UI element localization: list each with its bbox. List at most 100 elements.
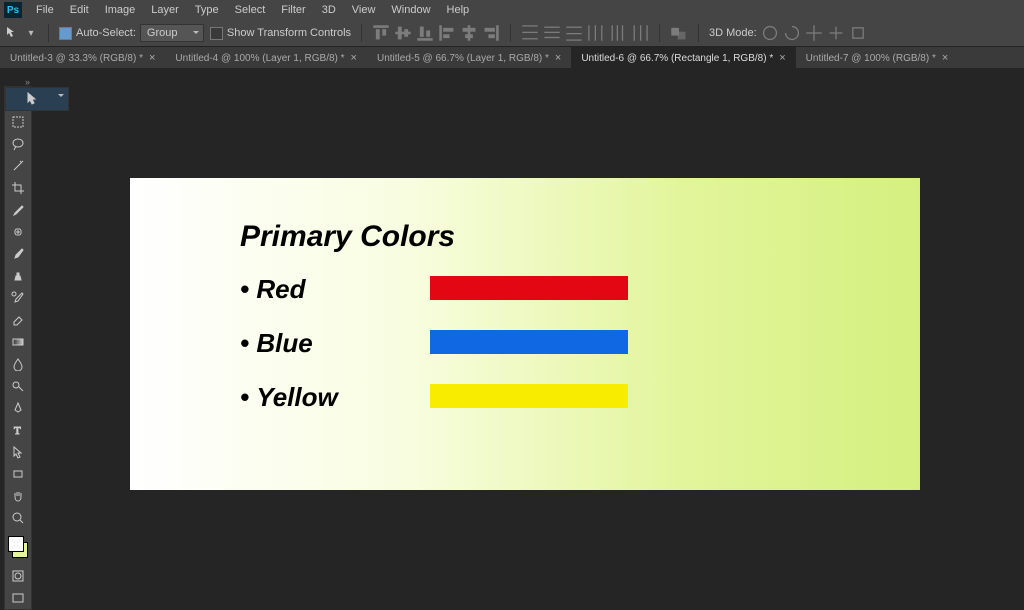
magic-wand-tool[interactable] [5, 155, 31, 177]
crop-tool[interactable] [5, 177, 31, 199]
menu-window[interactable]: Window [383, 0, 438, 20]
tab-close-icon[interactable]: × [351, 52, 357, 64]
menu-bar: Ps File Edit Image Layer Type Select Fil… [0, 0, 1024, 20]
align-vcenter-icon[interactable] [394, 24, 412, 42]
move-tool[interactable] [5, 87, 69, 111]
show-transform-label: Show Transform Controls [227, 27, 351, 39]
doc-tab[interactable]: Untitled-7 @ 100% (RGB/8) * × [796, 47, 959, 69]
menu-file[interactable]: File [28, 0, 62, 20]
divider [698, 24, 699, 42]
menu-layer[interactable]: Layer [143, 0, 187, 20]
3d-slide-icon[interactable] [827, 24, 845, 42]
menu-filter[interactable]: Filter [273, 0, 313, 20]
svg-text:T: T [14, 425, 21, 437]
gradient-tool[interactable] [5, 331, 31, 353]
auto-select-dropdown[interactable]: Group [140, 24, 204, 42]
divider [510, 24, 511, 42]
dropdown-icon[interactable]: ▾ [24, 26, 38, 40]
menu-edit[interactable]: Edit [62, 0, 97, 20]
eyedropper-tool[interactable] [5, 199, 31, 221]
screen-mode-tool[interactable] [5, 587, 31, 609]
tab-close-icon[interactable]: × [149, 52, 155, 64]
healing-brush-tool[interactable] [5, 221, 31, 243]
rectangle-tool[interactable] [5, 463, 31, 485]
doc-tab-active[interactable]: Untitled-6 @ 66.7% (Rectangle 1, RGB/8) … [571, 47, 795, 69]
divider [48, 24, 49, 42]
menu-select[interactable]: Select [227, 0, 274, 20]
type-tool[interactable]: T [5, 419, 31, 441]
distribute-vcenter-icon[interactable] [543, 24, 561, 42]
color-swatches[interactable] [5, 533, 31, 561]
distribute-left-icon[interactable] [587, 24, 605, 42]
3d-pan-icon[interactable] [805, 24, 823, 42]
brush-tool[interactable] [5, 243, 31, 265]
canvas-bullet-label: • Red [240, 274, 305, 305]
dodge-tool[interactable] [5, 375, 31, 397]
show-transform-checkbox[interactable] [210, 27, 223, 40]
canvas-title-text: Primary Colors [240, 220, 455, 254]
doc-tab[interactable]: Untitled-3 @ 33.3% (RGB/8) * × [0, 47, 165, 69]
canvas-bullet-label: • Blue [240, 328, 313, 359]
app-logo: Ps [4, 2, 22, 18]
tab-label: Untitled-5 @ 66.7% (Layer 1, RGB/8) * [377, 53, 549, 64]
tab-close-icon[interactable]: × [555, 52, 561, 64]
options-bar: ▾ Auto-Select: Group Show Transform Cont… [0, 20, 1024, 47]
doc-tab[interactable]: Untitled-4 @ 100% (Layer 1, RGB/8) * × [165, 47, 367, 69]
auto-align-group [670, 20, 688, 46]
distribute-group [521, 20, 649, 46]
hand-tool[interactable] [5, 485, 31, 507]
align-bottom-icon[interactable] [416, 24, 434, 42]
blur-tool[interactable] [5, 353, 31, 375]
menu-view[interactable]: View [344, 0, 384, 20]
tab-close-icon[interactable]: × [779, 52, 785, 64]
canvas-color-rect [430, 330, 628, 354]
align-right-icon[interactable] [482, 24, 500, 42]
distribute-bottom-icon[interactable] [565, 24, 583, 42]
3d-roll-icon[interactable] [783, 24, 801, 42]
move-tool-icon [6, 26, 20, 40]
tab-close-icon[interactable]: × [942, 52, 948, 64]
panel-grip-icon[interactable]: » [4, 78, 30, 86]
zoom-tool[interactable] [5, 507, 31, 529]
auto-select-label: Auto-Select: [76, 27, 136, 39]
menu-image[interactable]: Image [97, 0, 144, 20]
divider [659, 24, 660, 42]
canvas-color-rect [430, 276, 628, 300]
divider [361, 24, 362, 42]
eraser-tool[interactable] [5, 309, 31, 331]
tools-panel: » T [4, 78, 30, 610]
tab-label: Untitled-7 @ 100% (RGB/8) * [806, 53, 936, 64]
workspace: » T [0, 68, 1024, 553]
tab-label: Untitled-6 @ 66.7% (Rectangle 1, RGB/8) … [581, 53, 773, 64]
menu-help[interactable]: Help [439, 0, 478, 20]
auto-align-icon[interactable] [670, 24, 688, 42]
menu-type[interactable]: Type [187, 0, 227, 20]
lasso-tool[interactable] [5, 133, 31, 155]
clone-stamp-tool[interactable] [5, 265, 31, 287]
tab-label: Untitled-3 @ 33.3% (RGB/8) * [10, 53, 143, 64]
doc-tab[interactable]: Untitled-5 @ 66.7% (Layer 1, RGB/8) * × [367, 47, 571, 69]
quick-mask-tool[interactable] [5, 565, 31, 587]
canvas-color-rect [430, 384, 628, 408]
3d-mode-label: 3D Mode: [709, 27, 757, 39]
document-tabs: Untitled-3 @ 33.3% (RGB/8) * × Untitled-4… [0, 47, 1024, 70]
auto-select-checkbox[interactable] [59, 27, 72, 40]
align-group [372, 20, 500, 46]
history-brush-tool[interactable] [5, 287, 31, 309]
align-left-icon[interactable] [438, 24, 456, 42]
align-hcenter-icon[interactable] [460, 24, 478, 42]
align-top-icon[interactable] [372, 24, 390, 42]
distribute-top-icon[interactable] [521, 24, 539, 42]
3d-orbit-icon[interactable] [761, 24, 779, 42]
canvas-bullet-label: • Yellow [240, 382, 338, 413]
tab-label: Untitled-4 @ 100% (Layer 1, RGB/8) * [175, 53, 344, 64]
distribute-right-icon[interactable] [631, 24, 649, 42]
path-selection-tool[interactable] [5, 441, 31, 463]
marquee-tool[interactable] [5, 111, 31, 133]
distribute-hcenter-icon[interactable] [609, 24, 627, 42]
foreground-color-swatch[interactable] [8, 536, 24, 552]
pen-tool[interactable] [5, 397, 31, 419]
document-canvas[interactable]: Primary Colors • Red • Blue • Yellow [130, 178, 920, 490]
menu-3d[interactable]: 3D [314, 0, 344, 20]
3d-scale-icon[interactable] [849, 24, 867, 42]
